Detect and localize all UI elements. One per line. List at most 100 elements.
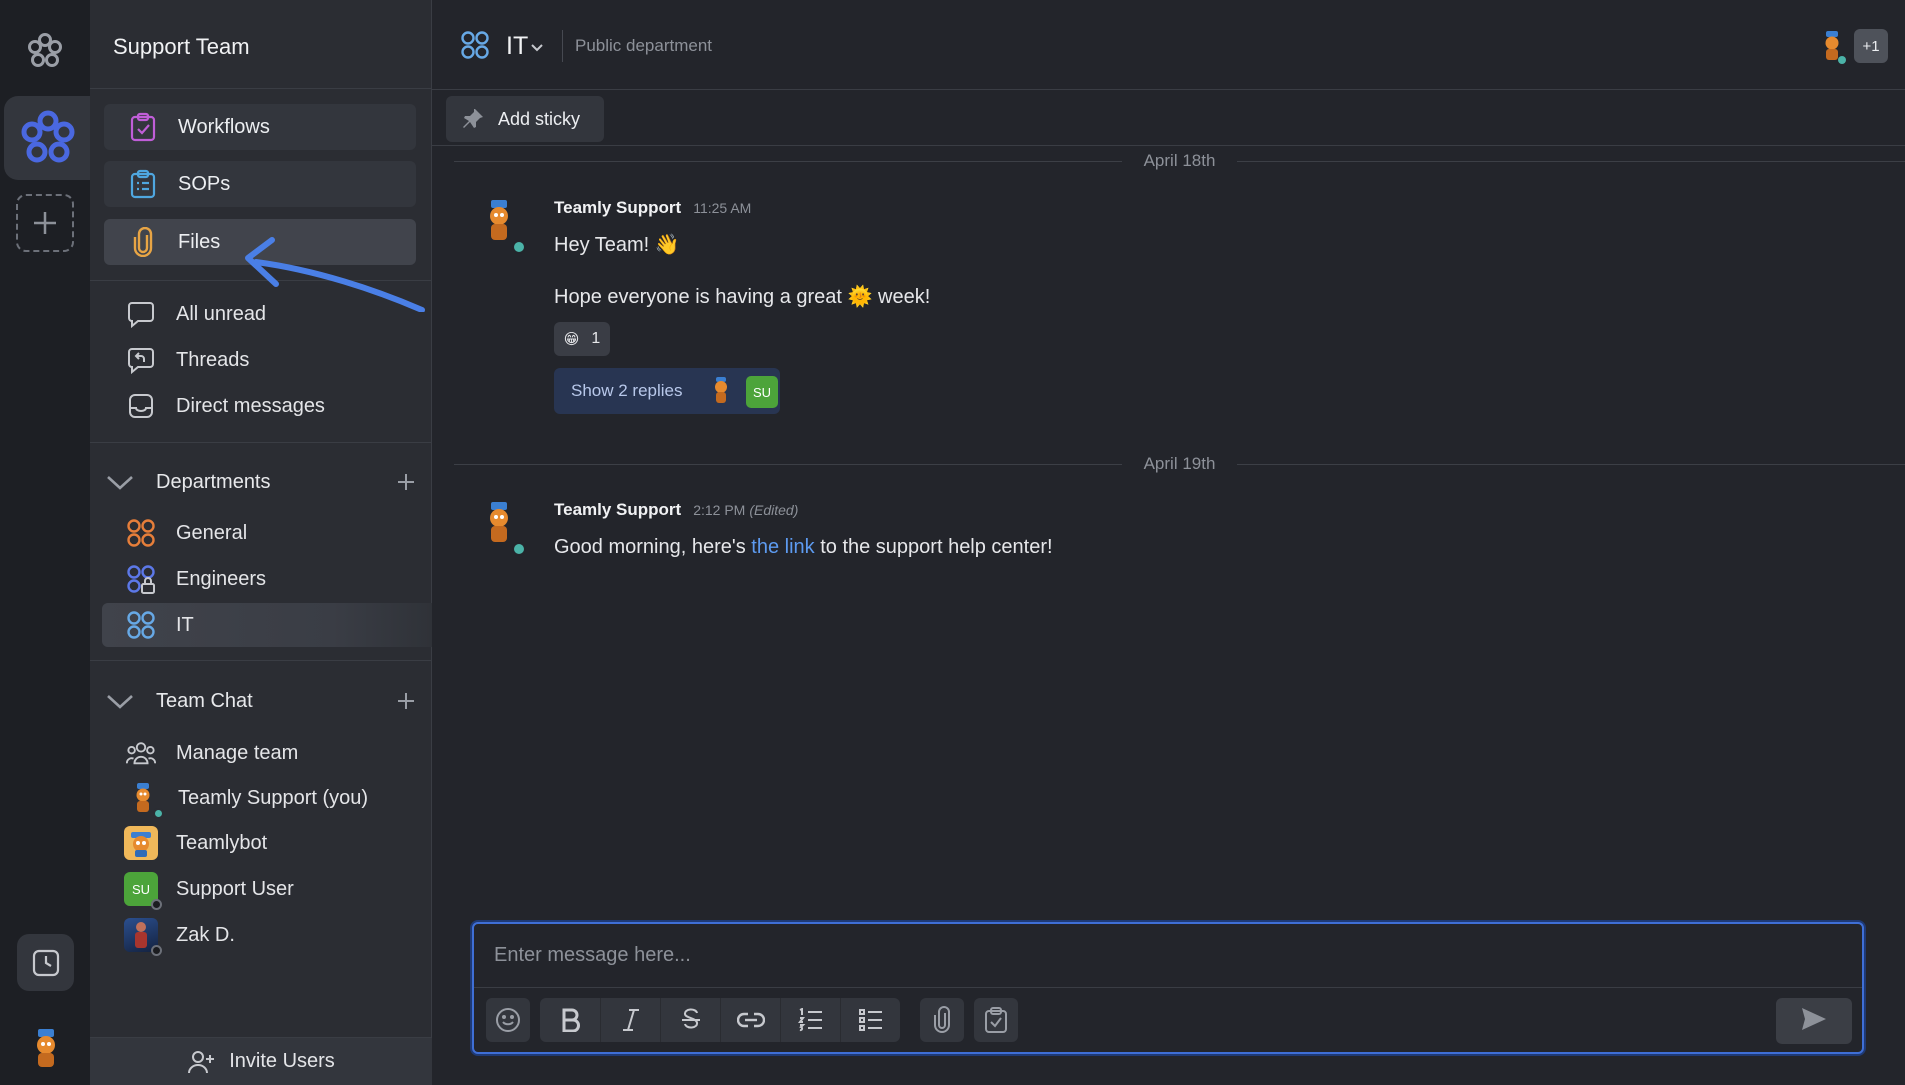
team-chat-section-header[interactable]: Team Chat xyxy=(104,681,420,721)
sidebar-item-label: Direct messages xyxy=(176,394,325,417)
pin-icon xyxy=(462,108,484,130)
message-author[interactable]: Teamly Support xyxy=(554,198,681,217)
sidebar-item-teamly-support[interactable]: Teamly Support (you) xyxy=(126,781,369,819)
sidebar-item-general[interactable]: General xyxy=(102,511,432,555)
send-icon xyxy=(1801,1007,1827,1036)
sidebar-item-workflows[interactable]: Workflows xyxy=(104,104,416,150)
team-icon xyxy=(126,738,156,768)
workspace-support-team[interactable] xyxy=(4,96,90,180)
sidebar-item-teamlybot[interactable]: Teamlybot xyxy=(124,826,267,860)
invite-users-label: Invite Users xyxy=(229,1050,335,1072)
offline-status-dot xyxy=(151,899,162,910)
annotation-arrow-icon xyxy=(236,232,436,317)
divider xyxy=(90,88,432,89)
channel-subtitle: Public department xyxy=(575,36,713,55)
sidebar-item-label: Workflows xyxy=(178,115,270,138)
workspace-rail xyxy=(0,0,90,1085)
smiley-icon[interactable] xyxy=(486,998,530,1042)
bold-icon[interactable] xyxy=(540,998,600,1042)
send-button[interactable] xyxy=(1776,998,1852,1044)
add-chat-button[interactable] xyxy=(392,687,420,715)
date-label: April 19th xyxy=(1143,454,1216,473)
message-text: Hope everyone is having a great 🌞 week! xyxy=(554,286,931,308)
sidebar-item-label: Threads xyxy=(176,348,250,371)
message-meta: Teamly Support 11:25 AM xyxy=(554,198,751,218)
extra-members-badge[interactable]: +1 xyxy=(1854,29,1888,63)
italic-icon[interactable] xyxy=(600,998,660,1042)
teamly-mascot-avatar xyxy=(710,376,738,408)
strikethrough-icon[interactable] xyxy=(660,998,720,1042)
clipboard-check-icon[interactable] xyxy=(974,998,1018,1042)
team-name[interactable]: Support Team xyxy=(113,34,250,60)
section-title: Team Chat xyxy=(156,689,253,712)
message-meta: Teamly Support 2:12 PM (Edited) xyxy=(554,500,798,520)
chevron-down-icon[interactable] xyxy=(104,685,136,717)
add-sticky-button[interactable]: Add sticky xyxy=(446,96,604,142)
sidebar-item-label: General xyxy=(176,521,248,544)
chevron-down-icon[interactable] xyxy=(104,466,136,498)
sidebar-item-manage-team[interactable]: Manage team xyxy=(126,738,298,768)
paperclip-icon xyxy=(128,227,158,257)
numbered-list-icon[interactable] xyxy=(780,998,840,1042)
message-text: Good morning, here's the link to the sup… xyxy=(554,536,1053,558)
date-divider: April 19th xyxy=(454,454,1905,474)
clock-icon[interactable] xyxy=(17,934,74,991)
teamly-mascot-avatar xyxy=(126,781,164,819)
chat-bubble-icon xyxy=(126,299,156,329)
paperclip-icon[interactable] xyxy=(920,998,964,1042)
message-time: 2:12 PM xyxy=(693,502,746,518)
sidebar-item-zak[interactable]: Zak D. xyxy=(124,918,235,956)
add-department-button[interactable] xyxy=(392,468,420,496)
message-time: 11:25 AM xyxy=(693,200,752,216)
divider xyxy=(90,660,432,661)
sidebar-item-support-user[interactable]: SU Support User xyxy=(124,872,294,910)
sidebar-item-label: Zak D. xyxy=(176,923,235,946)
message-input[interactable] xyxy=(474,924,1862,988)
message-author[interactable]: Teamly Support xyxy=(554,500,681,519)
sidebar-item-sops[interactable]: SOPs xyxy=(104,161,416,207)
formatting-toolbar xyxy=(540,998,900,1042)
sidebar-item-label: Files xyxy=(178,230,221,253)
teamly-mascot-avatar[interactable] xyxy=(482,500,526,556)
emoji-button[interactable] xyxy=(486,998,530,1042)
member-avatar[interactable] xyxy=(1818,30,1846,64)
add-workspace-button[interactable] xyxy=(16,194,74,252)
show-replies-button[interactable]: Show 2 replies SU xyxy=(554,368,780,414)
user-avatar[interactable] xyxy=(28,1027,64,1073)
sidebar-item-it[interactable]: IT xyxy=(102,603,432,647)
avatar: SU xyxy=(746,376,778,408)
offline-status-dot xyxy=(151,945,162,956)
sidebar-item-label: SOPs xyxy=(178,172,231,195)
sidebar-item-direct-messages[interactable]: Direct messages xyxy=(126,391,325,421)
departments-section-header[interactable]: Departments xyxy=(104,462,420,502)
reaction-count: 1 xyxy=(591,330,601,347)
date-divider: April 18th xyxy=(454,151,1905,171)
link-icon[interactable] xyxy=(720,998,780,1042)
add-user-icon xyxy=(187,1049,215,1075)
sidebar-item-threads[interactable]: Threads xyxy=(126,345,249,375)
message-text: Hey Team! 👋 xyxy=(554,234,680,256)
help-center-link[interactable]: the link xyxy=(751,536,814,558)
sidebar-item-label: Teamly Support (you) xyxy=(178,786,369,809)
department-icon xyxy=(126,610,156,640)
online-status-dot xyxy=(512,240,526,254)
edited-label: (Edited) xyxy=(749,502,799,518)
sidebar-item-label: IT xyxy=(176,613,194,636)
chevron-down-icon[interactable] xyxy=(530,40,544,58)
date-label: April 18th xyxy=(1143,151,1216,170)
department-icon xyxy=(460,30,490,65)
teamly-logo-icon xyxy=(24,30,66,72)
channel-title[interactable]: IT xyxy=(506,32,528,61)
channel-view: IT Public department +1 Add sticky April… xyxy=(432,0,1905,1085)
sidebar: Support Team Workflows SOPs Files All un… xyxy=(90,0,432,1085)
attach-file-button[interactable] xyxy=(920,998,964,1042)
teamly-mascot-avatar[interactable] xyxy=(482,198,526,254)
bullet-list-icon[interactable] xyxy=(840,998,900,1042)
add-sticky-label: Add sticky xyxy=(498,108,581,129)
attach-workflow-button[interactable] xyxy=(974,998,1018,1042)
reaction-chip[interactable]: 😁 1 xyxy=(554,322,610,356)
sun-emoji: 🌞 xyxy=(847,286,873,308)
sidebar-item-engineers[interactable]: Engineers xyxy=(102,557,432,601)
invite-users-button[interactable]: Invite Users xyxy=(90,1037,432,1085)
threads-icon xyxy=(126,345,156,375)
